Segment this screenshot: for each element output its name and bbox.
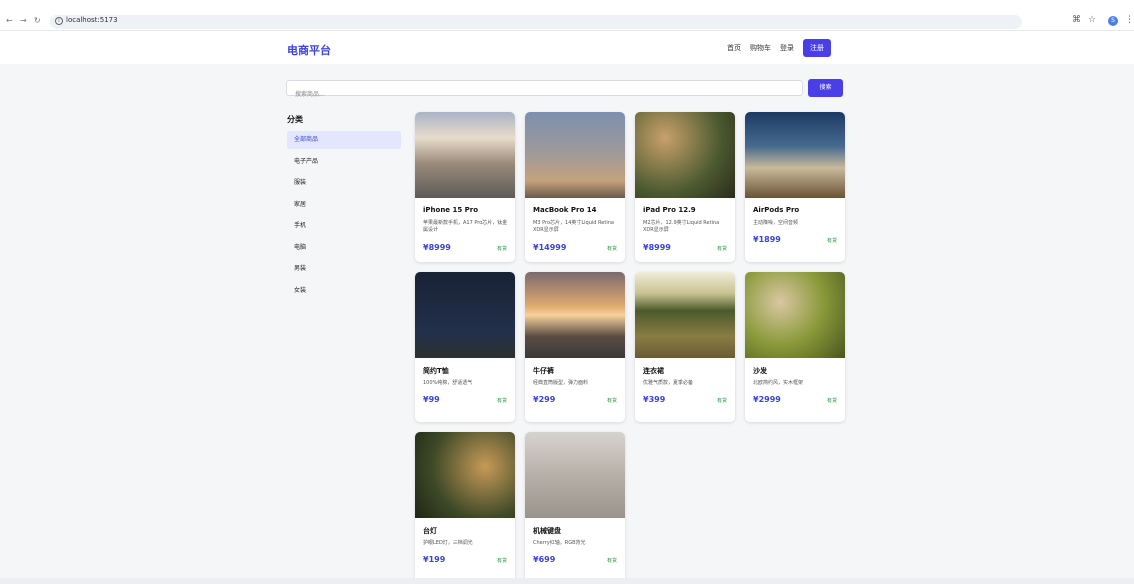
product-price: ¥99	[423, 395, 440, 404]
product-image[interactable]	[635, 112, 735, 198]
category-phones[interactable]: 手机	[287, 217, 401, 235]
back-icon[interactable]: ←	[6, 16, 13, 25]
search-field[interactable]	[286, 80, 803, 102]
stock-badge: 有货	[716, 246, 727, 252]
product-card[interactable]: 简约T恤 100%纯棉，舒适透气 ¥99 有货	[415, 272, 515, 422]
product-card[interactable]: 机械键盘 Cherry红轴，RGB背光 ¥699 有货	[525, 432, 625, 582]
product-card[interactable]: iPad Pro 12.9 M2芯片，12.9英寸Liquid Retina X…	[635, 112, 735, 262]
product-desc: M3 Pro芯片，14英寸Liquid Retina XDR显示屏	[533, 220, 614, 233]
stock-badge: 有货	[496, 558, 507, 564]
menu-kebab-icon[interactable]: ⋮	[1125, 15, 1134, 25]
product-desc: 主动降噪，空间音频	[753, 220, 799, 226]
product-name[interactable]: iPad Pro 12.9	[643, 206, 696, 214]
product-name[interactable]: 简约T恤	[423, 366, 449, 376]
category-list: 全部商品 电子产品 服装 家居 手机 电脑 男装 女装	[287, 131, 401, 303]
category-computers[interactable]: 电脑	[287, 239, 401, 257]
product-desc: 北欧简约风，实木框架	[753, 380, 804, 386]
product-image[interactable]	[525, 432, 625, 518]
product-desc: 苹果最新款手机，A17 Pro芯片，钛金属设计	[423, 220, 508, 233]
product-price: ¥699	[533, 555, 556, 564]
nav-cart[interactable]: 购物车	[750, 43, 771, 53]
product-price: ¥8999	[423, 243, 451, 252]
bookmark-star-icon[interactable]: ☆	[1088, 15, 1096, 25]
product-price: ¥8999	[643, 243, 671, 252]
category-electronics[interactable]: 电子产品	[287, 153, 401, 171]
product-desc: Cherry红轴，RGB背光	[533, 540, 586, 546]
url-text: localhost:5173	[66, 16, 118, 24]
forward-icon[interactable]: →	[20, 16, 27, 25]
product-name[interactable]: 台灯	[423, 526, 437, 536]
stock-badge: 有货	[826, 398, 837, 404]
product-price: ¥14999	[533, 243, 567, 252]
browser-toolbar: ← → ↻ i localhost:5173 ⌘ ☆ S ⋮	[0, 0, 1134, 31]
nav-login[interactable]: 登录	[780, 43, 794, 53]
product-card[interactable]: 牛仔裤 经典直筒版型，弹力面料 ¥299 有货	[525, 272, 625, 422]
category-clothing[interactable]: 服装	[287, 174, 401, 192]
product-name[interactable]: MacBook Pro 14	[533, 206, 596, 214]
stock-badge: 有货	[606, 558, 617, 564]
category-home[interactable]: 家居	[287, 196, 401, 214]
stock-badge: 有货	[716, 398, 727, 404]
product-price: ¥1899	[753, 235, 781, 244]
category-womenswear[interactable]: 女装	[287, 282, 401, 300]
site-info-icon[interactable]: i	[55, 17, 63, 25]
product-name[interactable]: 连衣裙	[643, 366, 664, 376]
top-nav: 首页 购物车 登录 注册	[727, 39, 831, 57]
product-card[interactable]: 连衣裙 优雅气质款，夏季必备 ¥399 有货	[635, 272, 735, 422]
product-desc: M2芯片，12.9英寸Liquid Retina XDR显示屏	[643, 220, 720, 233]
address-bar[interactable]: i localhost:5173	[50, 15, 1022, 29]
product-card[interactable]: iPhone 15 Pro 苹果最新款手机，A17 Pro芯片，钛金属设计 ¥8…	[415, 112, 515, 262]
product-image[interactable]	[525, 112, 625, 198]
search-input[interactable]	[287, 87, 802, 102]
product-image[interactable]	[415, 432, 515, 518]
product-image[interactable]	[415, 112, 515, 198]
product-image[interactable]	[635, 272, 735, 358]
reload-icon[interactable]: ↻	[34, 16, 41, 25]
product-image[interactable]	[525, 272, 625, 358]
product-grid: iPhone 15 Pro 苹果最新款手机，A17 Pro芯片，钛金属设计 ¥8…	[415, 112, 845, 582]
product-name[interactable]: 牛仔裤	[533, 366, 554, 376]
product-name[interactable]: iPhone 15 Pro	[423, 206, 478, 214]
stock-badge: 有货	[606, 398, 617, 404]
product-image[interactable]	[415, 272, 515, 358]
stock-badge: 有货	[606, 246, 617, 252]
search-button[interactable]: 搜索	[808, 79, 843, 97]
product-price: ¥199	[423, 555, 446, 564]
product-card[interactable]: 台灯 护眼LED灯，三档调光 ¥199 有货	[415, 432, 515, 582]
product-desc: 护眼LED灯，三档调光	[423, 540, 473, 546]
product-price: ¥2999	[753, 395, 781, 404]
category-menswear[interactable]: 男装	[287, 260, 401, 278]
category-all[interactable]: 全部商品	[287, 131, 401, 149]
product-card[interactable]: 沙发 北欧简约风，实木框架 ¥2999 有货	[745, 272, 845, 422]
profile-avatar[interactable]: S	[1108, 16, 1118, 26]
site-header: 电商平台 首页 购物车 登录 注册	[0, 31, 1134, 64]
product-image[interactable]	[745, 272, 845, 358]
product-desc: 经典直筒版型，弹力面料	[533, 380, 589, 386]
product-desc: 优雅气质款，夏季必备	[643, 380, 694, 386]
product-price: ¥299	[533, 395, 556, 404]
stock-badge: 有货	[496, 246, 507, 252]
product-name[interactable]: AirPods Pro	[753, 206, 799, 214]
product-name[interactable]: 沙发	[753, 366, 767, 376]
product-image[interactable]	[745, 112, 845, 198]
translate-icon[interactable]: ⌘	[1072, 15, 1081, 25]
product-desc: 100%纯棉，舒适透气	[423, 380, 473, 386]
stock-badge: 有货	[826, 238, 837, 244]
brand-logo[interactable]: 电商平台	[287, 42, 331, 58]
category-title: 分类	[287, 115, 303, 124]
product-card[interactable]: AirPods Pro 主动降噪，空间音频 ¥1899 有货	[745, 112, 845, 262]
register-button[interactable]: 注册	[803, 39, 831, 57]
stock-badge: 有货	[496, 398, 507, 404]
product-name[interactable]: 机械键盘	[533, 526, 561, 536]
product-card[interactable]: MacBook Pro 14 M3 Pro芯片，14英寸Liquid Retin…	[525, 112, 625, 262]
nav-home[interactable]: 首页	[727, 43, 741, 53]
product-price: ¥399	[643, 395, 666, 404]
page-bottom-edge	[0, 578, 1134, 584]
